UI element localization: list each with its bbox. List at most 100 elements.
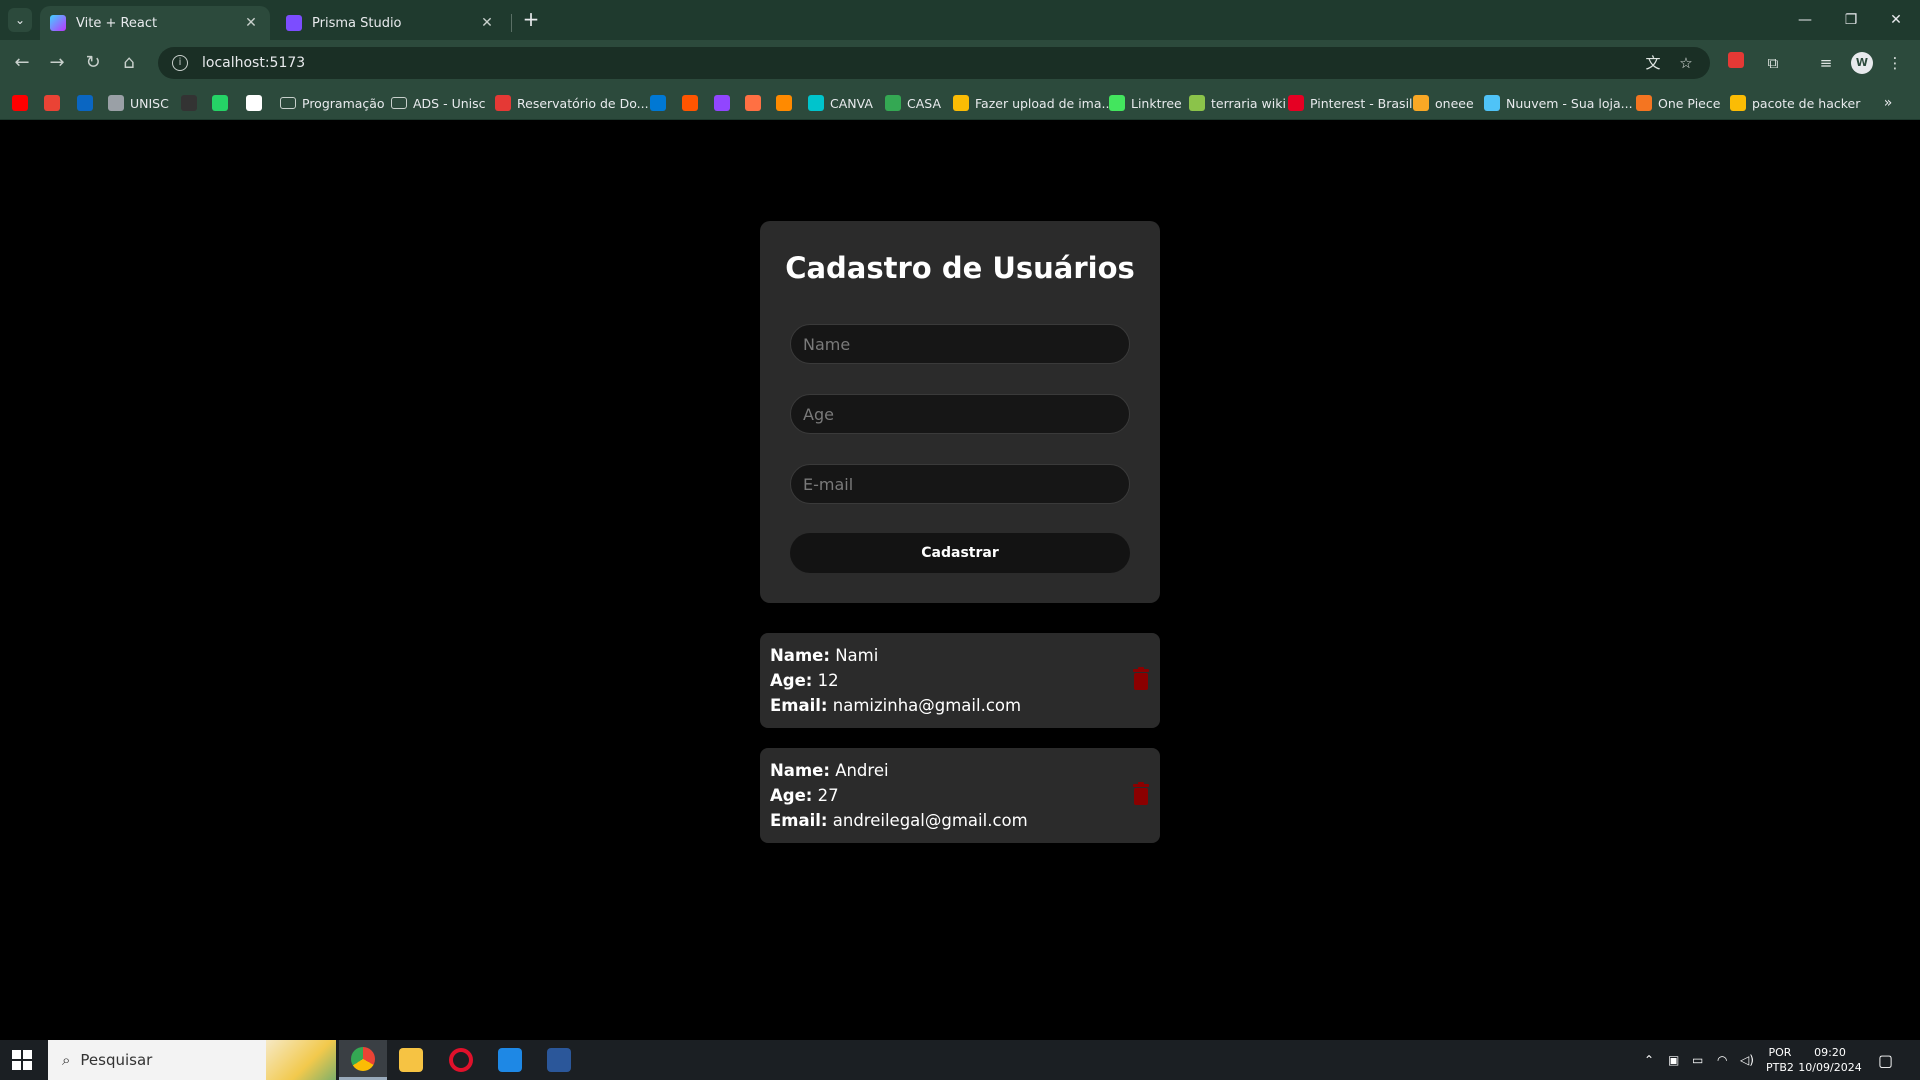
windows-taskbar: ⌕ Pesquisar ⌃ ▣ ▭ ◠ ◁) POR PTB2 09:20 10… (0, 1040, 1920, 1080)
address-bar[interactable]: i localhost:5173 (158, 47, 1710, 79)
bookmark-item[interactable] (714, 92, 730, 114)
bookmark-label: UNISC (130, 95, 169, 111)
linktree-icon (1109, 95, 1125, 111)
clock-date: 10/09/2024 (1798, 1061, 1862, 1074)
trash-icon[interactable] (1132, 782, 1150, 806)
tab-divider (511, 14, 512, 32)
vite-icon (50, 15, 66, 31)
translate-icon[interactable]: 文 (1642, 52, 1664, 74)
bookmark-item[interactable] (181, 92, 197, 114)
media-icon[interactable]: ≡ (1815, 52, 1837, 74)
bookmark-item[interactable] (650, 92, 666, 114)
drive-icon (1730, 95, 1746, 111)
forward-icon[interactable]: → (44, 50, 70, 76)
email-input[interactable] (790, 464, 1130, 504)
bookmark-item[interactable]: Pinterest - Brasil (1288, 92, 1413, 114)
minimize-icon[interactable]: — (1793, 8, 1817, 32)
user-info: Name: Andrei Age: 27 Email: andreilegal@… (770, 758, 1028, 833)
bookmark-item[interactable] (212, 92, 228, 114)
browser-toolbar: ← → ↻ ⌂ i localhost:5173 文 ☆ ⧉ ≡ ⋮ (0, 40, 1920, 86)
bookmark-item[interactable]: CASA (885, 92, 941, 114)
email-label: Email: (770, 811, 828, 830)
whatsapp-icon (212, 95, 228, 111)
bookmark-item[interactable]: ADS - Unisc (391, 92, 486, 114)
bookmark-item[interactable] (745, 92, 761, 114)
chrome-icon[interactable] (339, 1040, 387, 1080)
user-age: 27 (817, 786, 839, 805)
linkedin-icon (77, 95, 93, 111)
app-icon (776, 95, 792, 111)
reload-icon[interactable]: ↻ (80, 50, 106, 76)
profile-avatar[interactable]: W (1851, 52, 1873, 74)
age-label: Age: (770, 786, 813, 805)
keyboard-layout: PTB2 (1766, 1061, 1794, 1074)
bookmark-item[interactable]: CANVA (808, 92, 873, 114)
bookmark-label: terraria wiki (1211, 95, 1286, 111)
name-label: Name: (770, 646, 830, 665)
bookmark-item[interactable]: pacote de hacker (1730, 92, 1860, 114)
form-title: Cadastro de Usuários (785, 251, 1135, 285)
user-age: 12 (817, 671, 839, 690)
home-icon[interactable]: ⌂ (116, 50, 142, 76)
wifi-icon[interactable]: ◠ (1717, 1040, 1727, 1080)
bookmark-item[interactable]: Programação (280, 92, 385, 114)
bookmark-item[interactable]: One Piece (1636, 92, 1720, 114)
youtube-icon (12, 95, 28, 111)
register-button[interactable]: Cadastrar (790, 533, 1130, 573)
extensions-icon[interactable]: ⧉ (1762, 52, 1784, 74)
bookmark-item[interactable]: Reservatório de Do... (495, 92, 649, 114)
menu-icon[interactable]: ⋮ (1884, 52, 1906, 74)
show-hidden-icons[interactable]: ⌃ (1644, 1040, 1654, 1080)
extension-red-icon[interactable] (1725, 52, 1747, 74)
new-tab-button[interactable]: + (519, 8, 543, 32)
user-email: andreilegal@gmail.com (832, 811, 1028, 830)
sheets-icon (885, 95, 901, 111)
tab-prisma-studio[interactable]: Prisma Studio ✕ (276, 6, 506, 40)
nuuvem-icon (1484, 95, 1500, 111)
volume-icon[interactable]: ◁) (1740, 1040, 1754, 1080)
tab-vite-react[interactable]: Vite + React ✕ (40, 6, 270, 40)
word-icon[interactable] (535, 1040, 583, 1080)
bookmark-item[interactable] (12, 92, 28, 114)
bookmark-item[interactable] (682, 92, 698, 114)
windows-start-icon[interactable] (12, 1050, 32, 1070)
bookmark-item[interactable]: Linktree (1109, 92, 1182, 114)
taskbar-search[interactable]: ⌕ Pesquisar (48, 1040, 336, 1080)
search-highlight-image (266, 1040, 336, 1080)
age-input[interactable] (790, 394, 1130, 434)
bookmark-item[interactable] (246, 92, 262, 114)
notification-icon[interactable]: ▢ (1878, 1040, 1893, 1080)
bookmark-item[interactable]: Nuuvem - Sua loja... (1484, 92, 1633, 114)
opera-icon[interactable] (437, 1040, 485, 1080)
bookmark-item[interactable] (77, 92, 93, 114)
user-info: Name: Nami Age: 12 Email: namizinha@gmai… (770, 643, 1021, 718)
tab-search-button[interactable]: ⌄ (8, 8, 32, 32)
bookmark-item[interactable]: oneee (1413, 92, 1474, 114)
battery-icon[interactable]: ▭ (1692, 1040, 1703, 1080)
bookmark-item[interactable] (776, 92, 792, 114)
meet-icon[interactable]: ▣ (1668, 1040, 1679, 1080)
close-icon[interactable]: ✕ (478, 15, 496, 31)
close-window-icon[interactable]: ✕ (1884, 8, 1908, 32)
crunchyroll-icon (1636, 95, 1652, 111)
file-explorer-icon[interactable] (387, 1040, 435, 1080)
soundcloud-icon (682, 95, 698, 111)
bookmark-label: oneee (1435, 95, 1474, 111)
site-info-icon[interactable]: i (172, 55, 188, 71)
bookmark-item[interactable] (44, 92, 60, 114)
language-code: POR (1768, 1046, 1792, 1059)
input-language[interactable]: POR PTB2 (1766, 1040, 1794, 1080)
close-icon[interactable]: ✕ (242, 15, 260, 31)
restore-icon[interactable]: ❐ (1839, 8, 1863, 32)
clock[interactable]: 09:20 10/09/2024 (1798, 1040, 1861, 1080)
trash-icon[interactable] (1132, 667, 1150, 691)
bookmark-item[interactable]: terraria wiki (1189, 92, 1286, 114)
back-icon[interactable]: ← (9, 50, 35, 76)
bookmark-item[interactable]: UNISC (108, 92, 169, 114)
vscode-icon[interactable] (486, 1040, 534, 1080)
name-input[interactable] (790, 324, 1130, 364)
star-icon[interactable]: ☆ (1675, 52, 1697, 74)
more-bookmarks-icon[interactable]: » (1876, 92, 1900, 114)
bookmark-label: CASA (907, 95, 941, 111)
bookmark-item[interactable]: Fazer upload de ima... (953, 92, 1113, 114)
